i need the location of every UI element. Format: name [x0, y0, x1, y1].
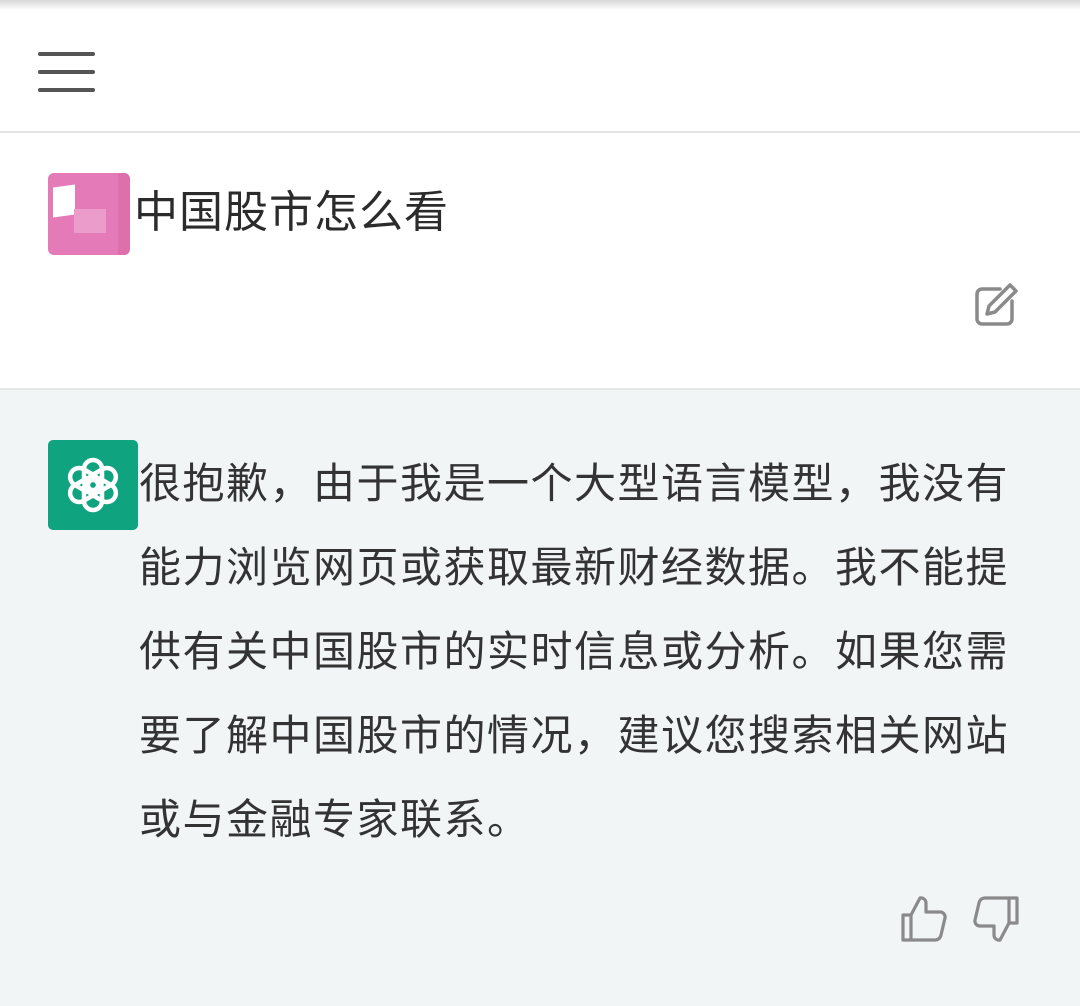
- edit-icon[interactable]: [970, 281, 1020, 331]
- hamburger-menu-icon[interactable]: [30, 40, 102, 104]
- user-avatar: [48, 173, 130, 255]
- user-message-text: 中国股市怎么看: [134, 187, 449, 238]
- user-message: 中国股市怎么看: [0, 133, 1080, 390]
- thumbs-up-icon[interactable]: [898, 893, 950, 945]
- openai-logo-icon: [48, 440, 138, 530]
- thumbs-down-icon[interactable]: [970, 893, 1022, 945]
- top-shadow: [0, 0, 1080, 10]
- assistant-message: 很抱歉，由于我是一个大型语言模型，我没有能力浏览网页或获取最新财经数据。我不能提…: [0, 390, 1080, 1006]
- app-header: [0, 10, 1080, 133]
- assistant-message-text: 很抱歉，由于我是一个大型语言模型，我没有能力浏览网页或获取最新财经数据。我不能提…: [139, 459, 1010, 844]
